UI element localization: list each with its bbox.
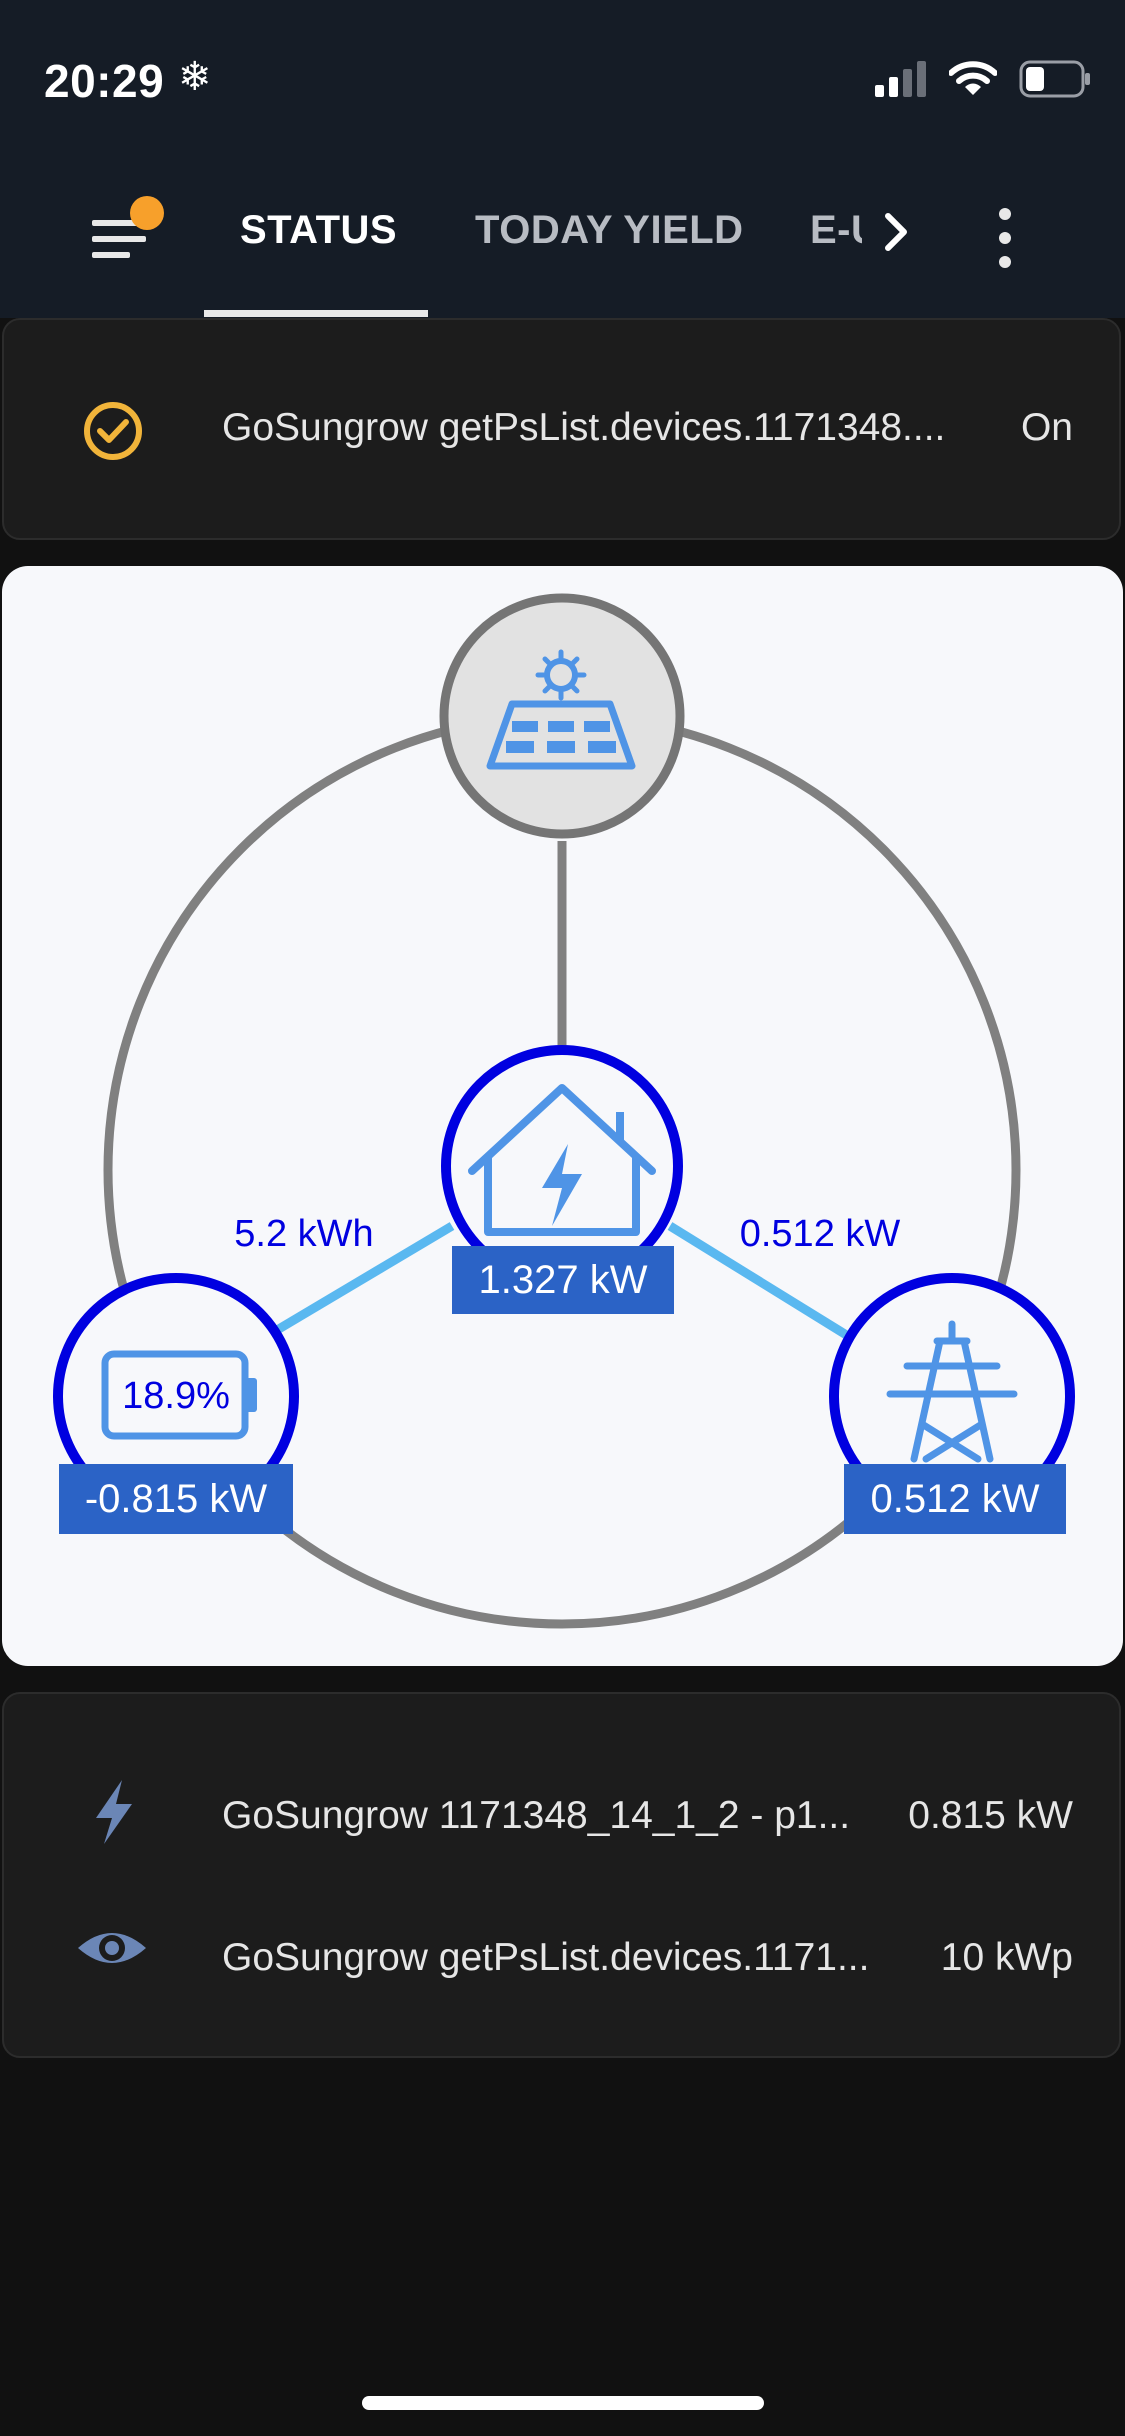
entity-label: GoSungrow 1171348_14_1_2 - p1...: [222, 1794, 851, 1837]
home-indicator[interactable]: [362, 2396, 764, 2410]
check-circle-icon: [84, 402, 142, 460]
snowflake-icon: ❄: [178, 55, 212, 99]
eye-icon: [78, 1933, 146, 1963]
grid-flow-label: 0.512 kW: [740, 1213, 901, 1255]
chevron-right-icon[interactable]: [872, 202, 922, 262]
more-vert-icon[interactable]: [985, 198, 1025, 278]
entity-value: 0.815 kW: [908, 1794, 1073, 1837]
battery-power: -0.815 kW: [85, 1477, 268, 1521]
entity-label: GoSungrow getPsList.devices.1171...: [222, 1936, 870, 1979]
tab-today-yield[interactable]: TODAY YIELD: [475, 208, 744, 253]
switch-row-value[interactable]: On: [1021, 406, 1073, 450]
lightning-icon: [96, 1780, 132, 1844]
battery-node[interactable]: 18.9% -0.815 kW: [53, 1273, 299, 1534]
power-flow-card: 1.327 kW 18.9% -0.815 kW 5.2 kWh 0.512 k…: [2, 566, 1123, 1666]
power-flow-diagram: 1.327 kW 18.9% -0.815 kW 5.2 kWh 0.512 k…: [53, 593, 1075, 1629]
tab-status[interactable]: STATUS: [240, 208, 397, 253]
home-node[interactable]: 1.327 kW: [441, 1045, 683, 1314]
wifi-icon: [949, 61, 997, 95]
entity-value: 10 kWp: [940, 1936, 1073, 1979]
entities-card: GoSungrow 1171348_14_1_2 - p1... 0.815 k…: [2, 1692, 1121, 2058]
signal-icon: [875, 61, 926, 97]
grid-node[interactable]: 0.512 kW: [829, 1273, 1075, 1534]
solar-node[interactable]: [439, 593, 685, 839]
system-status-bar: 20:29 ❄: [0, 0, 1125, 160]
grid-power: 0.512 kW: [871, 1477, 1040, 1521]
tab-e-u[interactable]: E-U: [810, 208, 862, 253]
home-power: 1.327 kW: [479, 1258, 648, 1302]
switch-card: GoSungrow getPsList.devices.1171348.... …: [2, 318, 1121, 540]
app-header: STATUS TODAY YIELD E-U: [0, 160, 1125, 318]
notification-badge: [130, 196, 164, 230]
active-tab-indicator: [204, 310, 428, 317]
battery-status-icon: [1019, 60, 1090, 98]
battery-energy: 5.2 kWh: [234, 1213, 373, 1255]
switch-row-label[interactable]: GoSungrow getPsList.devices.1171348....: [222, 406, 945, 450]
battery-percent: 18.9%: [122, 1375, 230, 1417]
clock: 20:29: [44, 55, 165, 107]
